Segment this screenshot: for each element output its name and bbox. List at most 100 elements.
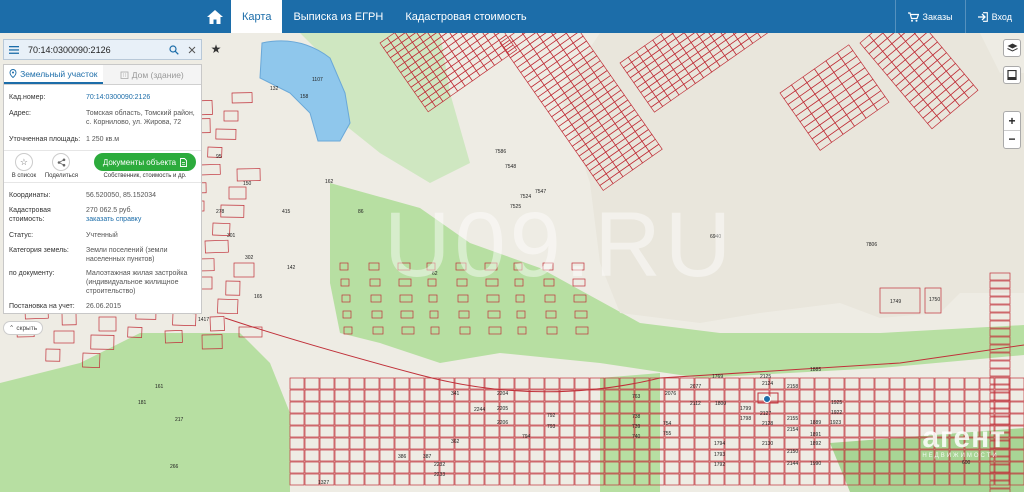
parcel-number-label: 2206 — [497, 420, 508, 426]
field-category: Категория земель: Земли поселений (земли… — [4, 246, 201, 264]
parcel-number-label: 2155 — [787, 416, 798, 422]
building-icon — [120, 71, 129, 79]
zoom-out-button[interactable]: − — [1004, 131, 1020, 149]
parcel-number-label: 2130 — [762, 441, 773, 447]
search-input[interactable] — [24, 44, 165, 55]
add-to-list-button[interactable]: ☆ В список — [9, 151, 39, 179]
clear-button[interactable] — [183, 46, 201, 54]
cost-value-block: 270 062.5 руб. заказать справку — [86, 206, 201, 224]
tab-cadastral-value[interactable]: Кадастровая стоимость — [394, 0, 537, 33]
documents-button[interactable]: Документы объекта — [94, 153, 196, 171]
star-outline-icon: ☆ — [14, 153, 33, 171]
status-label: Статус: — [9, 232, 34, 239]
parcel-number-label: 1891 — [810, 432, 821, 438]
parcel-number-label: 1793 — [714, 452, 725, 458]
tab-land-plot[interactable]: Земельный участок — [4, 65, 103, 84]
pin-icon — [9, 69, 17, 78]
home-button[interactable] — [198, 0, 231, 33]
parcel-number-label: 794 — [522, 434, 531, 440]
parcel-number-label: 2233 — [434, 472, 445, 478]
cost-value: 270 062.5 руб. — [86, 207, 133, 214]
tab-map[interactable]: Карта — [231, 0, 283, 33]
parcel-number-label: 740 — [632, 434, 641, 440]
tab-house[interactable]: Дом (здание) — [102, 65, 201, 84]
field-coords: Координаты: 56.520050, 85.152034 — [4, 191, 201, 200]
parcel-number-label: 7806 — [866, 242, 877, 248]
search-icon — [169, 44, 179, 55]
parcel-number-label: 386 — [398, 454, 407, 460]
collapse-panel-button[interactable]: ⌃ скрыть — [3, 321, 43, 335]
parcel-number-label: 1107 — [312, 77, 323, 83]
parcel-number-label: 1769 — [712, 374, 723, 380]
cad-number-value[interactable]: 70:14:0300090:2126 — [86, 93, 201, 102]
parcel-number-label: 1798 — [740, 416, 751, 422]
login-icon — [977, 11, 988, 22]
panel-actions: ☆ В список Поделиться Документы объекта … — [4, 150, 201, 183]
parcel-number-label: 2205 — [497, 406, 508, 412]
cart-icon — [907, 11, 919, 22]
parcel-number-label: 362 — [451, 439, 460, 445]
parcel-number-label: 1925 — [831, 400, 842, 406]
category-label: Категория земель: — [9, 247, 69, 254]
zoom-in-button[interactable]: + — [1004, 112, 1020, 131]
parcel-number-label: 1885 — [810, 367, 821, 373]
tab-house-label: Дом (здание) — [131, 69, 184, 80]
parcel-number-label: 2076 — [665, 391, 676, 397]
cost-label: Кадастровая стоимость: — [9, 207, 51, 223]
book-icon — [1007, 70, 1017, 80]
parcel-number-label: 2125 — [760, 374, 771, 380]
parcel-number-label: 181 — [138, 400, 147, 406]
chevron-up-icon: ⌃ — [8, 325, 15, 332]
category-value: Земли поселений (земли населенных пункто… — [86, 247, 168, 263]
parcel-number-label: 301 — [227, 233, 236, 239]
share-button[interactable]: Поделиться — [45, 151, 78, 179]
parcel-number-label: 792 — [547, 413, 556, 419]
field-cad-number: Кад.номер: 70:14:0300090:2126 — [4, 93, 201, 102]
parcel-number-label: 162 — [325, 179, 334, 185]
parcel-number-label: 1922 — [831, 410, 842, 416]
parcel-number-label: 1800 — [715, 401, 726, 407]
order-certificate-link[interactable]: заказать справку — [86, 215, 197, 224]
parcel-number-label: 86 — [358, 209, 364, 215]
address-label: Адрес: — [9, 110, 31, 117]
parcel-number-label: 2124 — [762, 381, 773, 387]
parcel-number-label: 2158 — [787, 384, 798, 390]
add-to-list-label: В список — [11, 173, 37, 179]
field-address: Адрес: Томская область, Томский район, с… — [4, 109, 201, 127]
home-icon — [206, 9, 223, 24]
parcel-number-label: 754 — [663, 421, 672, 427]
address-value: Томская область, Томский район, с. Корни… — [86, 110, 195, 126]
status-value: Учтенный — [86, 232, 118, 239]
legend-button[interactable] — [1003, 66, 1021, 84]
menu-button[interactable] — [4, 45, 24, 54]
star-icon: ★ — [210, 42, 222, 56]
favorites-button[interactable]: ★ — [208, 41, 224, 57]
parcel-number-label: 2150 — [787, 449, 798, 455]
orders-button[interactable]: Заказы — [894, 0, 965, 33]
parcel-number-label: 1799 — [740, 406, 751, 412]
search-button[interactable] — [165, 44, 183, 55]
tab-land-plot-label: Земельный участок — [20, 68, 98, 79]
usage-label: по документу: — [9, 270, 55, 277]
selected-parcel-marker — [763, 395, 771, 403]
field-area: Уточненная площадь: 1 250 кв.м — [4, 135, 201, 144]
tab-egrn-extract[interactable]: Выписка из ЕГРН — [282, 0, 394, 33]
parcel-number-label: 278 — [216, 209, 225, 215]
area-value: 1 250 кв.м — [86, 136, 120, 143]
parcel-number-label: 1990 — [810, 461, 821, 467]
field-usage: по документу: Малоэтажная жилая застройк… — [4, 269, 201, 296]
parcel-number-label: 1889 — [810, 420, 821, 426]
login-button[interactable]: Вход — [964, 0, 1024, 33]
parcel-number-label: 1923 — [830, 420, 841, 426]
collapse-label: скрыть — [16, 324, 38, 332]
layers-button[interactable] — [1003, 39, 1021, 57]
parcel-number-label: 2127 — [760, 411, 771, 417]
usage-value: Малоэтажная жилая застройка (индивидуаль… — [86, 270, 188, 295]
parcel-number-label: 150 — [243, 181, 252, 187]
parcel-number-label: 1792 — [714, 462, 725, 468]
parcel-number-label: 1417 — [198, 317, 209, 323]
parcel-number-label: 2077 — [690, 384, 701, 390]
parcel-number-label: 142 — [287, 265, 296, 271]
